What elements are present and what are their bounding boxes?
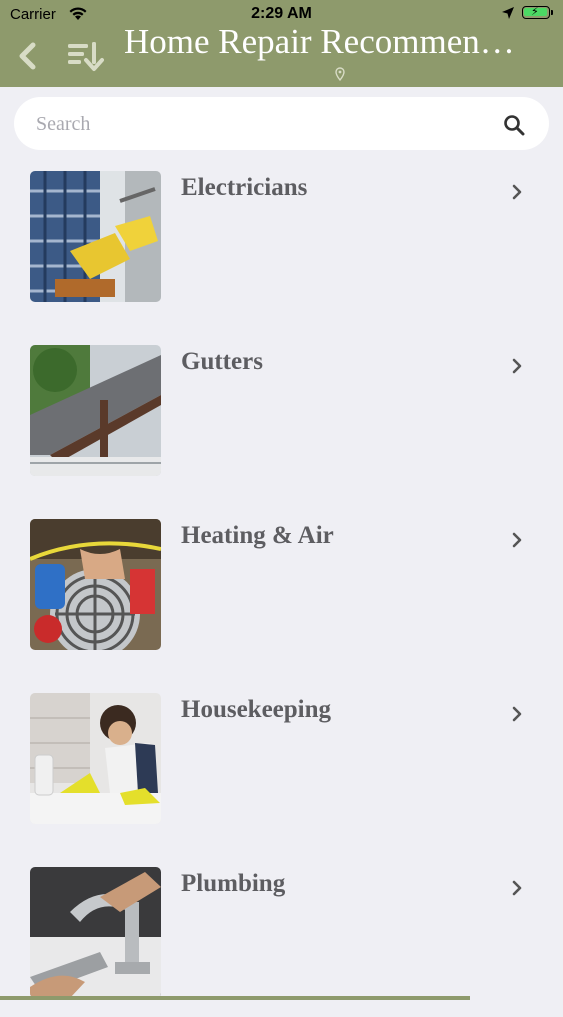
location-arrow-icon: [502, 7, 514, 19]
heating-air-thumbnail: [30, 519, 161, 650]
electricians-thumbnail: [30, 171, 161, 302]
sort-button[interactable]: [66, 40, 104, 72]
chevron-right-icon: [512, 358, 522, 374]
location-pin-icon: [335, 67, 345, 81]
list-item-heating-air[interactable]: Heating & Air: [0, 519, 563, 669]
navigation-bar: Carrier 2:29 AM ⚡ Home Repair Recommen…: [0, 0, 563, 87]
search-input[interactable]: [34, 97, 498, 152]
list-item-electricians[interactable]: Electricians: [0, 171, 563, 321]
category-label: Gutters: [181, 348, 263, 375]
category-label: Heating & Air: [181, 522, 334, 549]
chevron-right-icon: [512, 706, 522, 722]
category-label: Plumbing: [181, 870, 286, 897]
list-item-plumbing[interactable]: Plumbing: [0, 867, 563, 1017]
back-button[interactable]: [13, 41, 43, 71]
list-item-housekeeping[interactable]: Housekeeping: [0, 693, 563, 843]
clock: 2:29 AM: [251, 5, 312, 22]
chevron-right-icon: [512, 880, 522, 896]
battery-icon: ⚡: [522, 6, 550, 19]
gutters-thumbnail: [30, 345, 161, 476]
chevron-right-icon: [512, 532, 522, 548]
plumbing-thumbnail: [30, 867, 161, 998]
search-icon[interactable]: [502, 113, 526, 137]
battery-cap: [551, 10, 553, 15]
page-title: Home Repair Recommen…: [124, 22, 515, 61]
category-label: Electricians: [181, 174, 308, 201]
bottom-divider: [0, 996, 470, 1000]
list-item-gutters[interactable]: Gutters: [0, 345, 563, 495]
category-label: Housekeeping: [181, 696, 332, 723]
search-bar: [14, 97, 549, 152]
housekeeping-thumbnail: [30, 693, 161, 824]
chevron-right-icon: [512, 184, 522, 200]
